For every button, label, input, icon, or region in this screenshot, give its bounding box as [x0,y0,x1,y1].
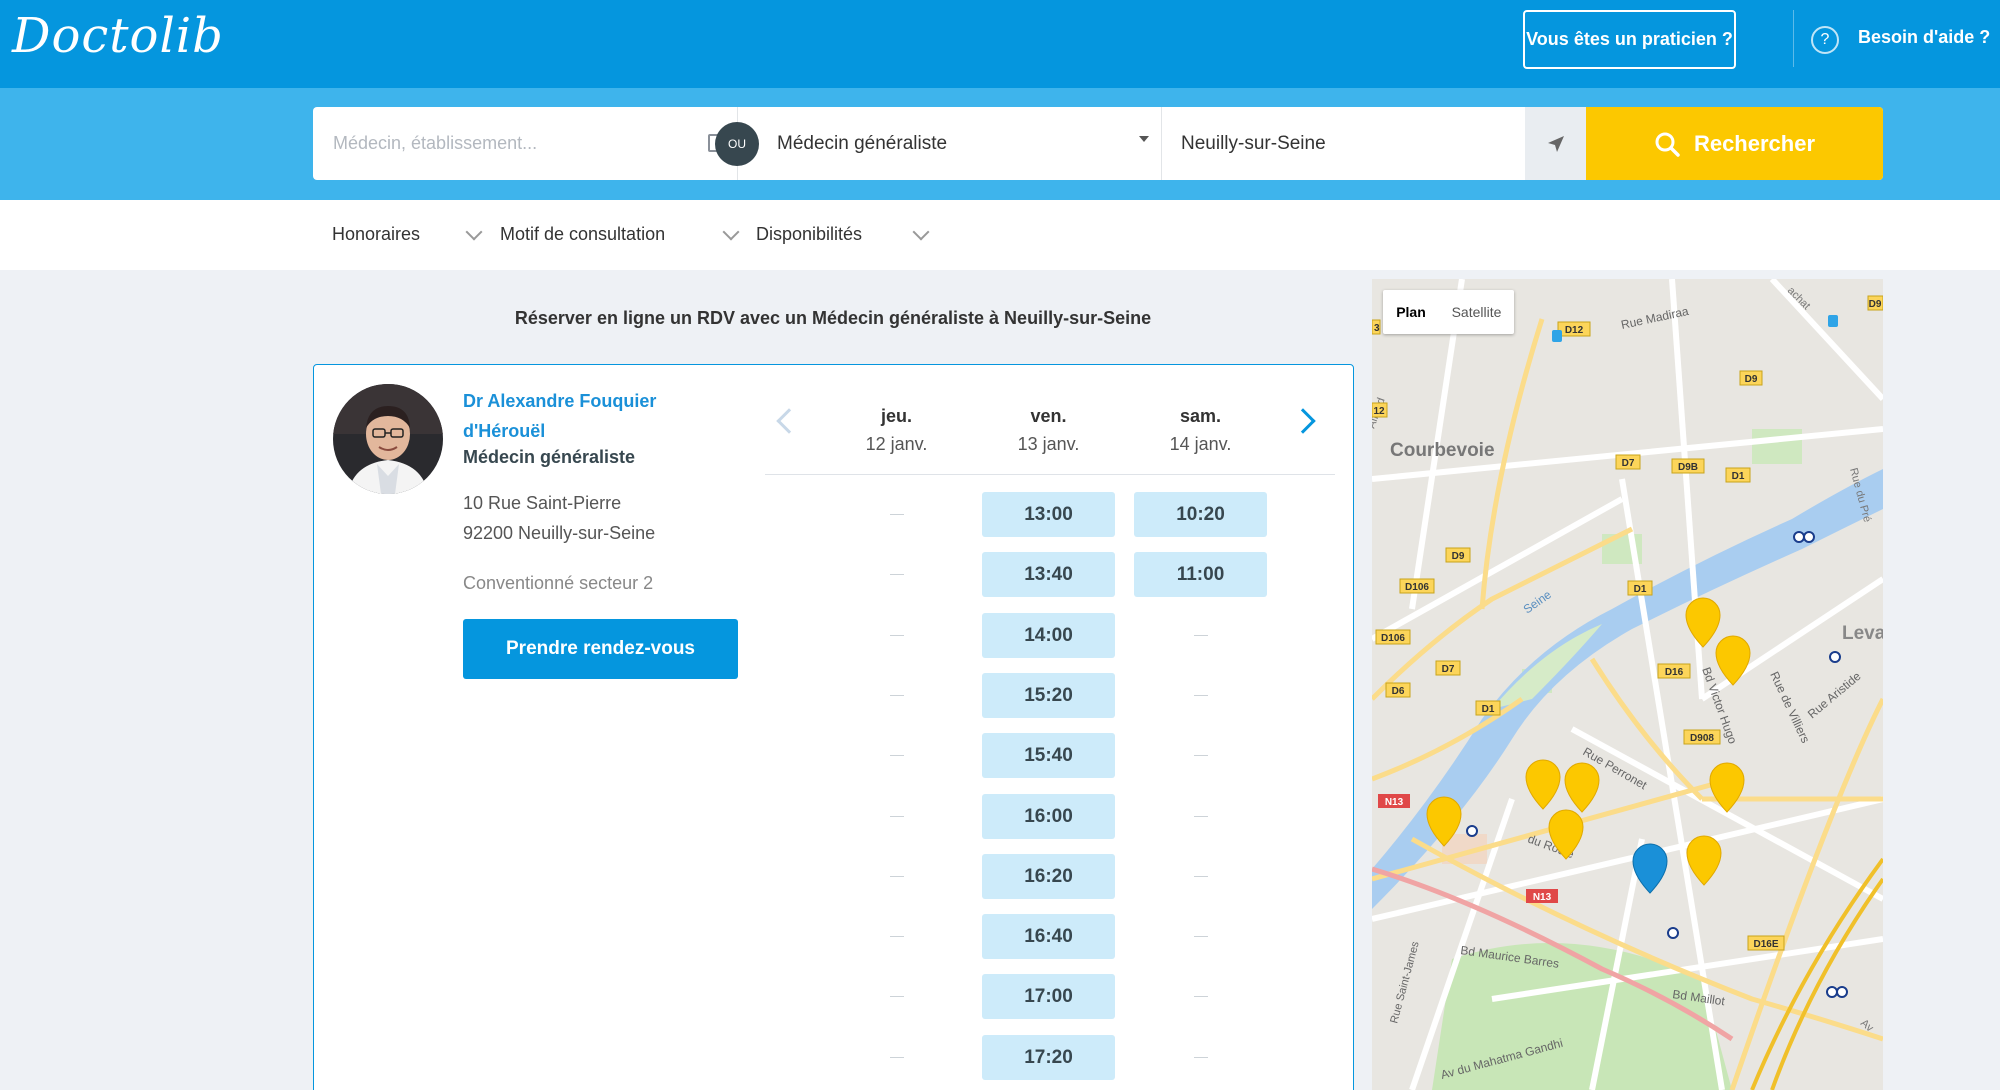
search-icon [1655,132,1680,157]
svg-text:D1: D1 [1482,704,1495,715]
doctolib-logo[interactable]: Doctolib [12,8,224,64]
map-label-courbevoie: Courbevoie [1390,440,1495,461]
time-slot-button[interactable]: 11:00 [1134,552,1267,597]
day-date: 14 janv. [1169,434,1232,454]
map-type-toggle: Plan Satellite [1383,290,1514,334]
no-slot-marker [1194,1057,1208,1058]
svg-text:D7: D7 [1442,664,1455,675]
results-title: Réserver en ligne un RDV avec un Médecin… [514,308,1152,328]
map-panel[interactable]: Courbevoie Seine Leva Rue Madiraa Rue Pe… [1372,279,1883,1090]
practitioner-button[interactable]: Vous êtes un praticien ? [1523,10,1736,69]
svg-text:D7: D7 [1622,458,1635,469]
filter-availability[interactable]: Disponibilités [756,224,862,245]
time-slot-button[interactable]: 17:20 [982,1035,1115,1080]
time-slot-button[interactable]: 14:00 [982,613,1115,658]
svg-text:D9: D9 [1452,551,1465,562]
doctor-photo [333,384,443,494]
map-canvas[interactable]: Courbevoie Seine Leva Rue Madiraa Rue Pe… [1372,279,1883,1090]
no-slot-marker [890,574,904,575]
svg-text:D9B: D9B [1678,462,1698,473]
no-slot-marker [1194,816,1208,817]
svg-text:D9: D9 [1869,299,1882,310]
filter-reason[interactable]: Motif de consultation [500,224,665,245]
svg-text:D106: D106 [1405,582,1429,593]
no-slot-marker [890,635,904,636]
search-button-label: Rechercher [1693,130,1816,156]
time-slot-button[interactable]: 15:40 [982,733,1115,778]
time-slot-button[interactable]: 16:00 [982,794,1115,839]
svg-text:D12: D12 [1565,325,1584,336]
no-slot-marker [890,755,904,756]
search-button[interactable]: Rechercher [1586,107,1883,180]
no-slot-marker [890,876,904,877]
svg-text:D908: D908 [1690,733,1714,744]
day-date: 12 janv. [865,434,928,454]
day-name: ven. [1030,406,1067,426]
svg-text:D16E: D16E [1753,939,1778,950]
help-icon[interactable]: ? [1811,26,1839,54]
no-slot-marker [890,816,904,817]
help-link[interactable]: Besoin d'aide ? [1858,27,1990,48]
svg-text:D106: D106 [1381,633,1405,644]
no-slot-marker [1194,876,1208,877]
no-slot-marker [1194,936,1208,937]
svg-text:N13: N13 [1533,892,1552,903]
filter-bar [0,200,2000,270]
time-slot-button[interactable]: 16:20 [982,854,1115,899]
no-slot-marker [890,936,904,937]
caret-down-icon [1139,136,1149,142]
no-slot-marker [890,1057,904,1058]
svg-text:D16: D16 [1665,667,1684,678]
svg-text:D6: D6 [1392,686,1405,697]
svg-text:D1: D1 [1732,471,1745,482]
time-slot-button[interactable]: 10:20 [1134,492,1267,537]
no-slot-marker [1194,635,1208,636]
doctor-avatar[interactable] [333,384,443,494]
doctor-sector: Conventionné secteur 2 [463,573,654,593]
time-slot-button[interactable]: 15:20 [982,673,1115,718]
doctor-specialty: Médecin généraliste [463,447,636,467]
day-date: 13 janv. [1017,434,1080,454]
map-label-levallois: Leva [1842,623,1883,644]
book-appointment-button[interactable]: Prendre rendez-vous [463,619,738,679]
no-slot-marker [890,514,904,515]
svg-text:D9: D9 [1745,374,1758,385]
day-name: jeu. [880,406,912,426]
doctor-address-line1: 10 Rue Saint-Pierre [463,493,622,513]
calendar-divider [765,474,1335,475]
svg-text:12: 12 [1373,406,1385,417]
doctor-address-line2: 92200 Neuilly-sur-Seine [463,523,656,543]
day-name: sam. [1179,406,1222,426]
filter-fees[interactable]: Honoraires [332,224,420,245]
header-divider [1793,10,1794,67]
specialty-select[interactable]: Médecin généraliste [738,107,1161,180]
time-slot-button[interactable]: 13:40 [982,552,1115,597]
map-type-satellite[interactable]: Satellite [1439,304,1514,320]
no-slot-marker [1194,996,1208,997]
no-slot-marker [890,695,904,696]
time-slot-button[interactable]: 16:40 [982,914,1115,959]
location-arrow-icon [1547,135,1564,152]
svg-text:N13: N13 [1385,797,1404,808]
no-slot-marker [1194,755,1208,756]
location-input[interactable]: Neuilly-sur-Seine [1162,107,1525,180]
doctor-card [313,364,1354,1090]
no-slot-marker [890,996,904,997]
no-slot-marker [1194,695,1208,696]
map-type-plan[interactable]: Plan [1383,304,1439,320]
time-slot-button[interactable]: 17:00 [982,974,1115,1019]
geolocate-button[interactable] [1525,107,1586,180]
time-slot-button[interactable]: 13:00 [982,492,1115,537]
doctor-search-input[interactable] [313,107,738,180]
doctor-name-link[interactable]: Dr Alexandre Fouquier d'Hérouël [463,386,703,446]
svg-text:3: 3 [1374,323,1380,334]
svg-text:D1: D1 [1634,584,1647,595]
